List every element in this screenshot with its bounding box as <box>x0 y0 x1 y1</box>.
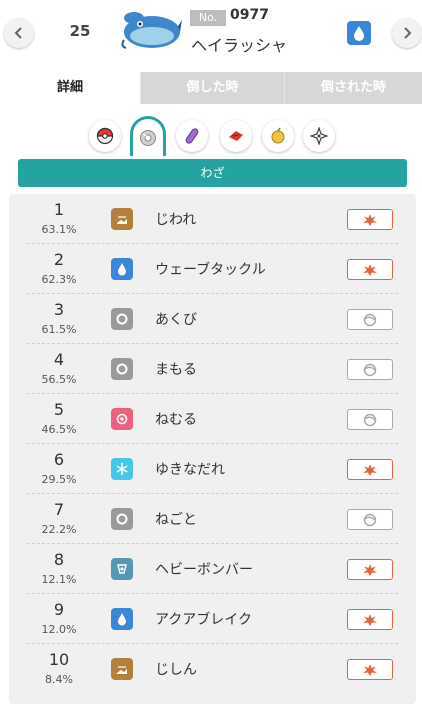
physical-category-icon <box>347 459 393 480</box>
move-row[interactable]: 10 8.4% じしん <box>9 644 416 694</box>
physical-category-icon <box>347 259 393 280</box>
move-usage-percent: 12.1% <box>41 573 77 586</box>
move-row[interactable]: 4 56.5% まもる <box>9 344 416 394</box>
physical-category-icon <box>347 559 393 580</box>
move-rank: 1 <box>53 200 65 219</box>
move-rank: 10 <box>48 650 70 669</box>
move-rank: 7 <box>53 500 65 519</box>
move-row[interactable]: 1 63.1% じわれ <box>9 194 416 244</box>
move-name: まもる <box>155 362 197 378</box>
pokeball-icon <box>96 127 114 145</box>
normal-type-icon <box>111 508 133 530</box>
water-type-icon <box>111 258 133 280</box>
move-row[interactable]: 7 22.2% ねごと <box>9 494 416 544</box>
normal-type-icon <box>111 308 133 330</box>
water-drop-icon <box>354 26 364 41</box>
dex-label: No. <box>190 10 226 26</box>
move-usage-list: 1 63.1% じわれ 2 62.3% ウェーブタックル 3 61.5% あくび 4 56.5% まも… <box>9 194 416 704</box>
move-name: じわれ <box>155 212 197 228</box>
usage-rank: 25 <box>69 22 91 40</box>
tera-type-icon <box>310 127 328 145</box>
move-usage-percent: 22.2% <box>41 523 77 536</box>
move-usage-percent: 62.3% <box>41 273 77 286</box>
move-rank: 4 <box>53 350 65 369</box>
ability-icon <box>271 127 285 144</box>
move-usage-percent: 46.5% <box>41 423 77 436</box>
move-row[interactable]: 6 29.5% ゆきなだれ <box>9 444 416 494</box>
previous-pokemon-button[interactable] <box>4 18 34 48</box>
physical-category-icon <box>347 659 393 680</box>
move-disc-icon <box>140 129 156 146</box>
category-ability[interactable] <box>262 120 294 152</box>
chevron-right-icon <box>404 27 412 39</box>
physical-category-icon <box>347 209 393 230</box>
move-rank: 6 <box>53 450 65 469</box>
move-row[interactable]: 5 46.5% ねむる <box>9 394 416 444</box>
move-usage-percent: 61.5% <box>41 323 77 336</box>
chevron-left-icon <box>14 27 22 39</box>
move-rank: 3 <box>53 300 65 319</box>
status-category-icon <box>347 309 393 330</box>
move-name: アクアブレイク <box>155 612 253 628</box>
move-usage-percent: 63.1% <box>41 223 77 236</box>
tab-defeated[interactable]: 倒した時 <box>140 72 284 104</box>
status-category-icon <box>347 509 393 530</box>
ground-type-icon <box>111 208 133 230</box>
move-name: ゆきなだれ <box>155 462 225 478</box>
move-rank: 8 <box>53 550 65 569</box>
move-name: ねむる <box>155 412 197 428</box>
category-nature[interactable] <box>220 120 252 152</box>
normal-type-icon <box>111 358 133 380</box>
tab-bar: 詳細 倒した時 倒された時 <box>0 72 422 104</box>
move-name: ウェーブタックル <box>155 262 266 278</box>
nature-icon <box>229 131 243 141</box>
tab-defeated-by[interactable]: 倒された時 <box>284 72 422 104</box>
move-name: ヘビーボンバー <box>155 562 253 578</box>
category-pokeball[interactable] <box>89 120 121 152</box>
ground-type-icon <box>111 658 133 680</box>
move-rank: 2 <box>53 250 65 269</box>
psychic-type-icon <box>111 408 133 430</box>
pokemon-header: 25 No. 0977 ヘイラッシャ <box>0 0 422 66</box>
status-category-icon <box>347 359 393 380</box>
move-rank: 9 <box>53 600 65 619</box>
physical-category-icon <box>347 609 393 630</box>
category-moves[interactable] <box>130 116 166 156</box>
next-pokemon-button[interactable] <box>392 18 422 48</box>
tab-details[interactable]: 詳細 <box>0 72 140 104</box>
move-row[interactable]: 3 61.5% あくび <box>9 294 416 344</box>
pokemon-name: ヘイラッシャ <box>191 36 288 55</box>
section-title: わざ <box>18 159 407 187</box>
category-held-item[interactable] <box>176 120 208 152</box>
move-usage-percent: 56.5% <box>41 373 77 386</box>
water-type-badge <box>347 21 371 45</box>
move-usage-percent: 29.5% <box>41 473 77 486</box>
move-usage-percent: 8.4% <box>45 673 73 686</box>
category-selector <box>0 116 422 158</box>
move-name: ねごと <box>155 512 197 528</box>
move-row[interactable]: 9 12.0% アクアブレイク <box>9 594 416 644</box>
move-name: じしん <box>155 662 197 678</box>
status-category-icon <box>347 409 393 430</box>
move-name: あくび <box>155 312 197 328</box>
ice-type-icon <box>111 458 133 480</box>
dex-number: 0977 <box>230 7 269 23</box>
steel-type-icon <box>111 558 133 580</box>
move-usage-percent: 12.0% <box>41 623 77 636</box>
move-row[interactable]: 8 12.1% ヘビーボンバー <box>9 544 416 594</box>
category-tera-type[interactable] <box>303 120 335 152</box>
pokemon-sprite <box>118 6 184 54</box>
move-row[interactable]: 2 62.3% ウェーブタックル <box>9 244 416 294</box>
move-rank: 5 <box>53 400 65 419</box>
water-type-icon <box>111 608 133 630</box>
held-item-icon <box>185 128 199 144</box>
